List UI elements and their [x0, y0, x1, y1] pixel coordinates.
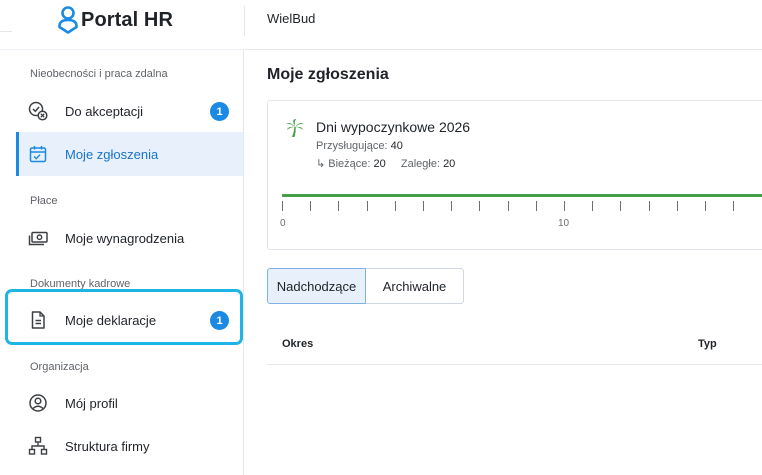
user-logo-icon — [58, 6, 78, 34]
org-structure-icon — [28, 436, 48, 455]
sidebar-item-label: Mój profil — [65, 395, 118, 411]
days-breakdown: ↳ Bieżące: 20 Zaległe: 20 — [316, 158, 456, 170]
tab-nadchodzace[interactable]: Nadchodzące — [267, 268, 366, 304]
sidebar-item-moje-wynagrodzenia[interactable]: Moje wynagrodzenia — [16, 216, 243, 260]
timeline-tick — [479, 201, 481, 211]
column-header-okres[interactable]: Okres — [282, 338, 313, 350]
timeline-tick — [394, 201, 396, 211]
timeline-tick — [338, 201, 340, 211]
timeline-tick — [564, 201, 565, 211]
entitled-value: 40 — [390, 140, 403, 152]
company-name[interactable]: WielBud — [267, 11, 315, 26]
current-value: 20 — [373, 158, 386, 170]
tab-archiwalne[interactable]: Archiwalne — [366, 268, 464, 304]
money-icon — [28, 231, 48, 246]
section-label-organization: Organizacja — [30, 361, 89, 373]
approval-clock-icon — [28, 101, 48, 121]
vacation-summary-card: Dni wypoczynkowe 2026 Przysługujące: 40 … — [267, 100, 762, 250]
timeline-tick — [620, 201, 622, 211]
entitled-days: Przysługujące: 40 — [316, 140, 403, 152]
timeline-label-10: 10 — [558, 218, 570, 229]
timeline-tick — [282, 201, 283, 211]
calendar-check-icon — [29, 146, 47, 163]
days-timeline: 0 10 — [280, 194, 762, 234]
sub-arrow-icon: ↳ — [316, 158, 326, 170]
section-label-absences: Nieobecności i praca zdalna — [30, 68, 168, 80]
page-title: Moje zgłoszenia — [267, 66, 389, 83]
timeline-tick — [535, 201, 537, 211]
timeline-tick — [507, 201, 509, 211]
divider — [0, 31, 12, 32]
palm-tree-icon — [286, 119, 304, 137]
overdue-value: 20 — [443, 158, 456, 170]
sidebar-item-struktura-firmy[interactable]: Struktura firmy — [16, 424, 243, 468]
table-header-divider — [267, 364, 762, 365]
timeline-tick — [451, 201, 453, 211]
logo[interactable]: Portal HR — [57, 6, 173, 34]
sidebar-item-do-akceptacji[interactable]: Do akceptacji 1 — [16, 89, 243, 133]
column-header-typ[interactable]: Typ — [698, 338, 717, 350]
sidebar-item-moje-deklaracje[interactable]: Moje deklaracje 1 — [16, 298, 243, 342]
timeline-tick — [366, 201, 368, 211]
logo-text: Portal HR — [81, 8, 174, 31]
sidebar-item-label: Moje wynagrodzenia — [65, 230, 185, 246]
sidebar-item-label: Moje deklaracje — [65, 312, 157, 328]
header-divider — [245, 49, 762, 50]
sidebar-item-moje-zgloszenia[interactable]: Moje zgłoszenia — [16, 132, 243, 176]
topbar-divider — [244, 6, 245, 36]
notification-badge: 1 — [210, 102, 229, 121]
timeline-tick — [733, 201, 735, 211]
timeline-tick — [423, 201, 424, 211]
sidebar-item-label: Struktura firmy — [65, 438, 150, 454]
document-icon — [31, 311, 45, 329]
timeline-tick — [676, 201, 678, 211]
sidebar: Nieobecności i praca zdalna Do akceptacj… — [0, 49, 244, 475]
timeline-progress-bar — [282, 194, 762, 197]
timeline-label-0: 0 — [280, 218, 286, 229]
card-title: Dni wypoczynkowe 2026 — [316, 119, 471, 135]
timeline-tick — [648, 201, 650, 211]
section-label-hr-documents: Dokumenty kadrowe — [30, 278, 131, 290]
section-label-payroll: Płace — [30, 195, 58, 207]
profile-icon — [29, 394, 47, 412]
sidebar-item-moj-profil[interactable]: Mój profil — [16, 381, 243, 425]
top-bar: Portal HR WielBud — [0, 0, 762, 36]
timeline-tick — [592, 201, 594, 211]
timeline-tick — [705, 201, 706, 211]
sidebar-item-label: Moje zgłoszenia — [65, 146, 159, 162]
timeline-tick — [310, 201, 312, 211]
notification-badge: 1 — [210, 311, 229, 330]
sidebar-item-label: Do akceptacji — [65, 103, 144, 119]
